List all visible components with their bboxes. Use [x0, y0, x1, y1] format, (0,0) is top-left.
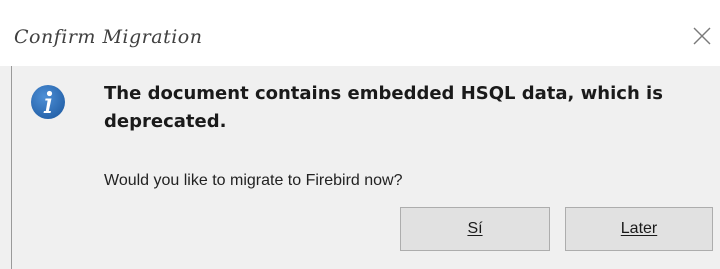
close-icon [693, 27, 711, 45]
main-instruction: The document contains embedded HSQL data… [104, 83, 663, 132]
window-left-border [11, 66, 12, 269]
title-bar: Confirm Migration [0, 0, 720, 66]
yes-button[interactable]: Sí [400, 207, 550, 251]
confirm-migration-dialog: Confirm Migration The document contains … [0, 0, 720, 269]
later-button[interactable]: Later [565, 207, 713, 251]
secondary-text: Would you like to migrate to Firebird no… [104, 172, 403, 189]
dialog-title: Confirm Migration [14, 26, 203, 48]
info-icon [30, 84, 66, 120]
close-button[interactable] [684, 18, 720, 54]
